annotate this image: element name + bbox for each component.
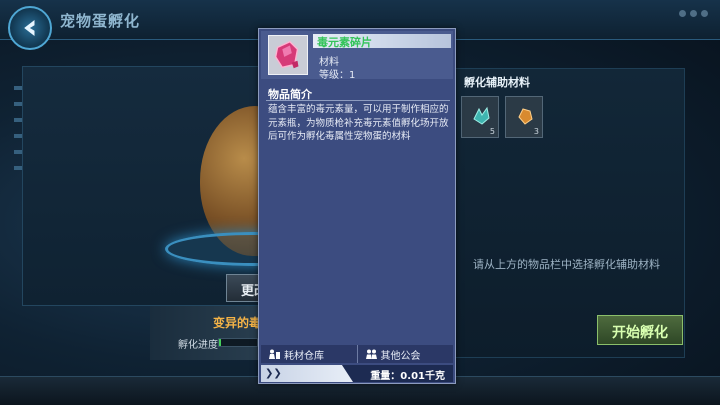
guild-icon	[365, 349, 377, 359]
page-title: 宠物蛋孵化	[60, 12, 141, 30]
tooltip-footer: ❯❯ 重量：0.01千克	[261, 365, 453, 382]
item-level: 等级：1	[319, 70, 356, 81]
source-label: 其他公会	[380, 350, 421, 362]
source-guild[interactable]: 其他公会	[356, 345, 454, 363]
aux-hint-text: 请从上方的物品栏中选择孵化辅助材料	[473, 258, 660, 271]
item-description: 蕴含丰富的毒元素量，可以用于制作相应的元素瓶，为物质枪补充毒元素值孵化场开放后可…	[268, 104, 449, 142]
item-tooltip: 毒元素碎片 材料 等级：1 物品简介 蕴含丰富的毒元素量，可以用于制作相应的元素…	[258, 28, 456, 384]
source-label: 耗材仓库	[284, 350, 324, 362]
back-button[interactable]	[8, 6, 52, 50]
item-name: 毒元素碎片	[317, 36, 372, 49]
hatch-progress-bar	[218, 338, 258, 347]
aux-slot-count: 5	[489, 127, 495, 136]
mutant-egg-label: 变异的毒	[213, 316, 262, 330]
double-chevron-right-icon: ❯❯	[265, 368, 282, 379]
orange-crystal-icon	[518, 108, 533, 125]
aux-panel-title: 孵化辅助材料	[464, 76, 530, 89]
warehouse-icon	[269, 349, 280, 359]
aux-slot-count: 3	[533, 127, 539, 136]
source-warehouse[interactable]: 耗材仓库	[261, 345, 357, 363]
item-sources: 耗材仓库 其他公会	[261, 345, 453, 363]
back-arrow-icon	[24, 19, 35, 37]
aux-slot-teal-crystal[interactable]: 5	[461, 96, 499, 138]
aux-slot-orange-crystal[interactable]: 3	[505, 96, 543, 138]
expand-arrow-tab[interactable]: ❯❯	[261, 365, 353, 382]
item-icon	[268, 35, 308, 75]
progress-label: 孵化进度	[178, 340, 218, 351]
poison-shard-icon	[274, 40, 299, 69]
teal-crystal-icon	[473, 106, 490, 125]
window-dots	[679, 10, 708, 17]
divider	[266, 100, 450, 101]
tooltip-header: 毒元素碎片 材料 等级：1	[261, 31, 453, 81]
start-hatch-button[interactable]: 开始孵化	[597, 315, 683, 345]
item-weight: 重量：0.01千克	[370, 371, 445, 382]
hatch-progress-fill	[219, 339, 221, 346]
